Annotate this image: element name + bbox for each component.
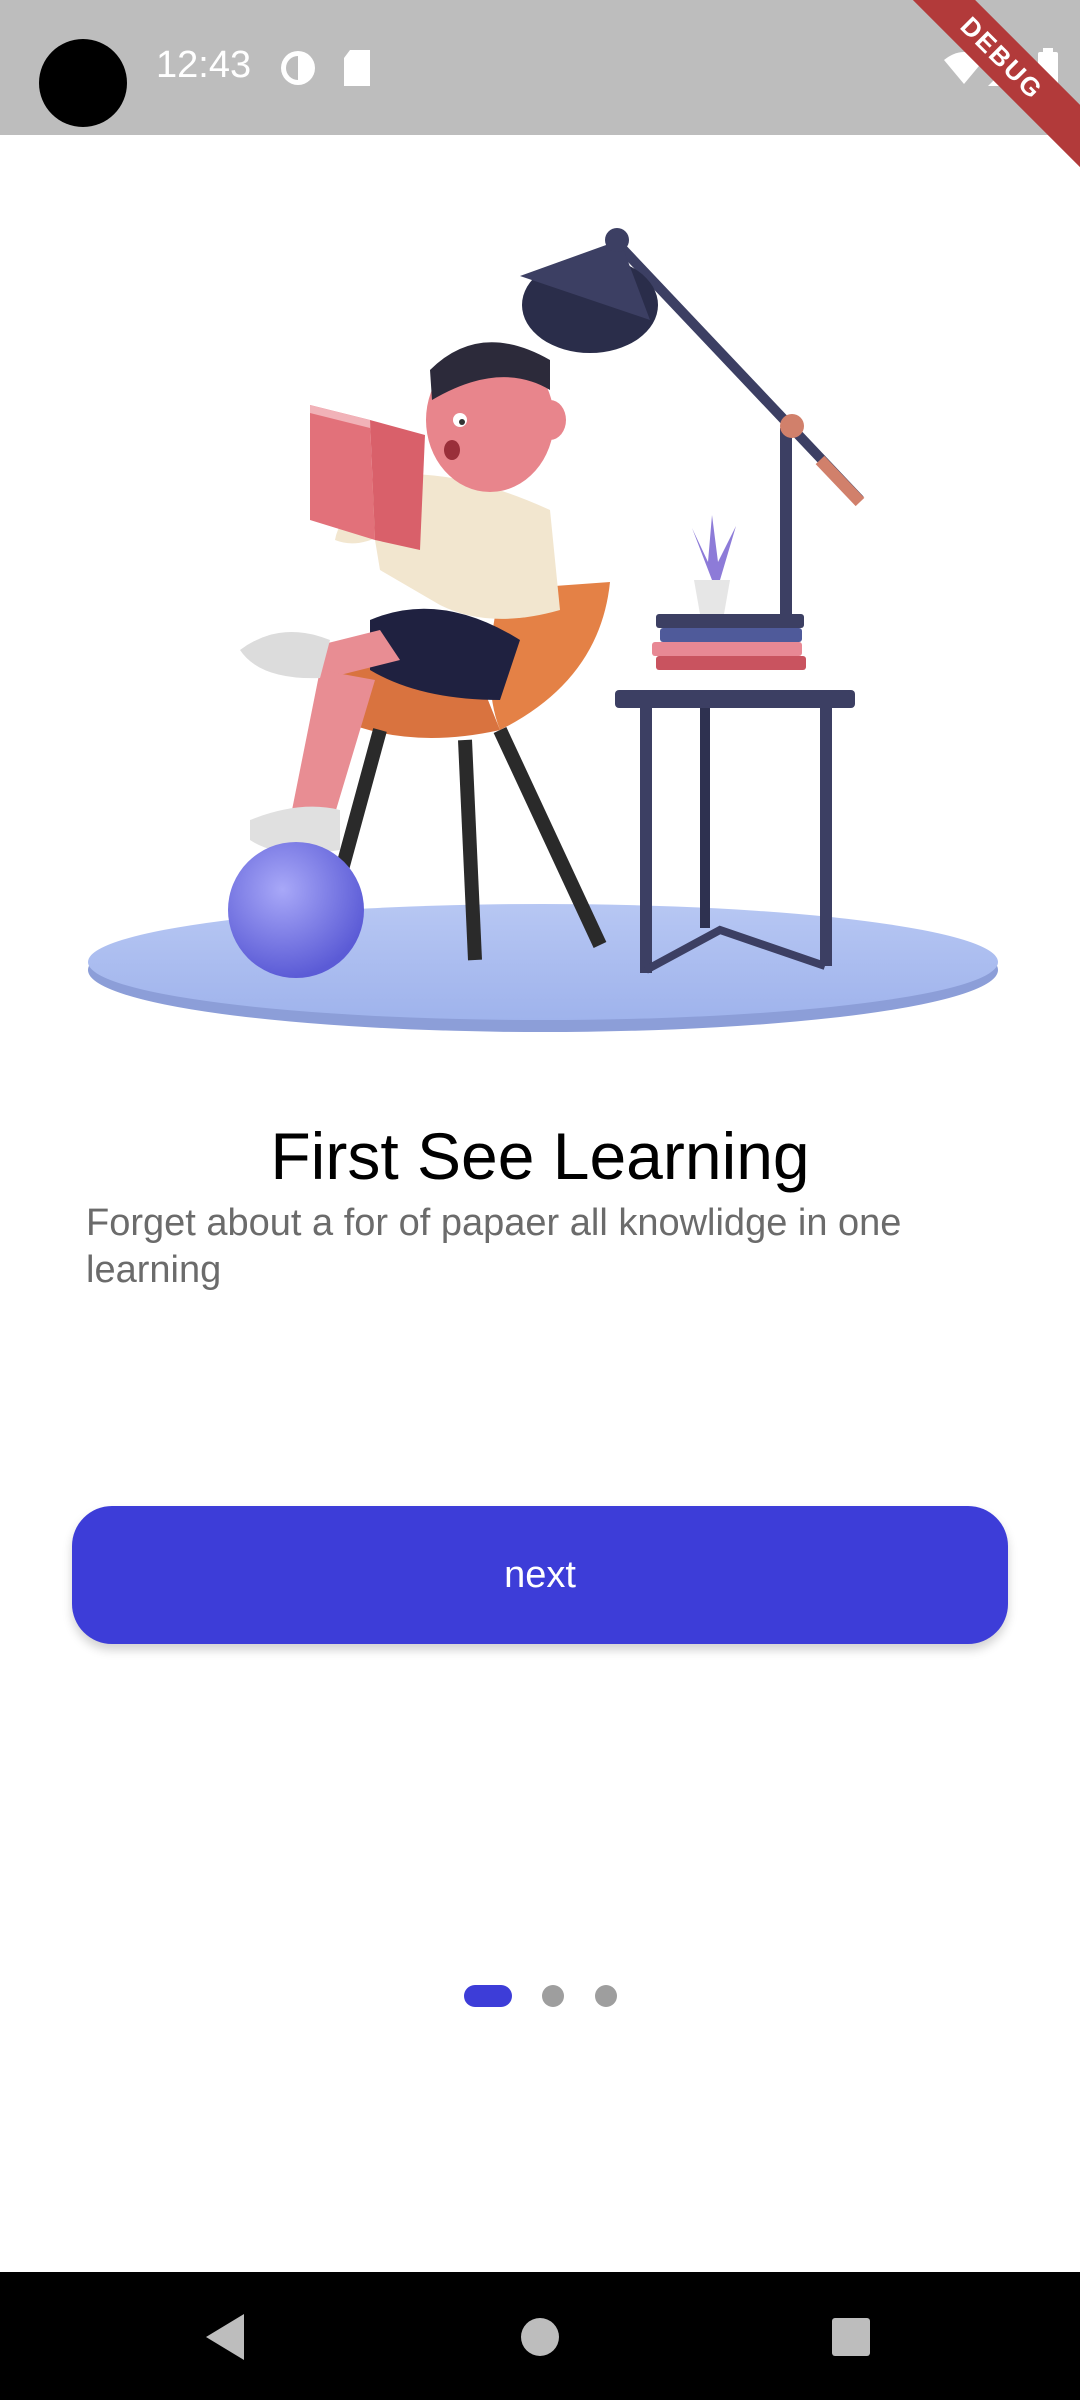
page-dot-1[interactable] [464, 1985, 512, 2007]
next-button-label: next [504, 1553, 576, 1596]
recents-icon[interactable] [816, 2302, 886, 2372]
debug-banner: DEBUG [880, 0, 1080, 180]
page-indicator [0, 1985, 1080, 2009]
onboarding-description: Forget about a for of papaer all knowlid… [86, 1202, 902, 1291]
camera-cutout [39, 39, 127, 127]
page-dot-3[interactable] [595, 1985, 617, 2007]
status-bar: 12:43 DEBUG [0, 0, 1080, 180]
next-button[interactable]: next [72, 1506, 1008, 1644]
page-dot-2[interactable] [542, 1985, 564, 2007]
home-icon[interactable] [505, 2302, 575, 2372]
reading-person-illustration [88, 228, 998, 1032]
status-time: 12:43 [156, 44, 252, 86]
navigation-bar [0, 2272, 1080, 2400]
back-icon[interactable] [190, 2302, 260, 2372]
data-saver-icon [281, 51, 315, 85]
sd-card-icon [344, 50, 370, 86]
onboarding-title: First See Learning [270, 1119, 810, 1193]
